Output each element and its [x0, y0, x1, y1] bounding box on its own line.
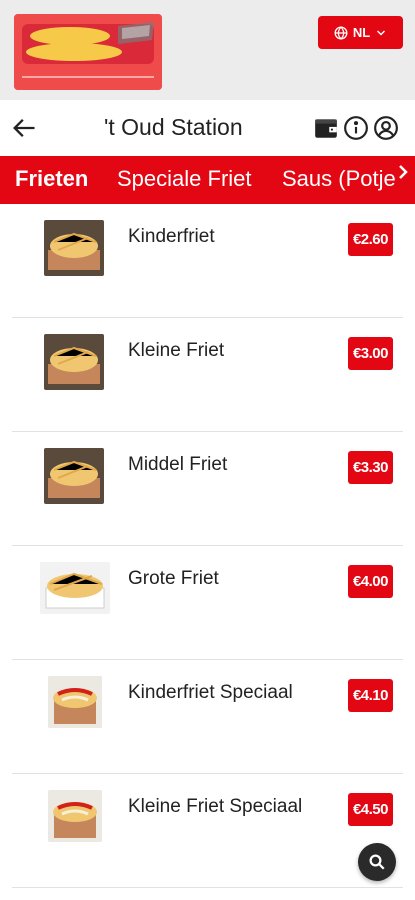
price-badge[interactable]: €4.00: [347, 565, 393, 598]
price-badge[interactable]: €4.10: [347, 679, 393, 712]
price-badge[interactable]: €2.60: [347, 223, 393, 256]
nav-bar: 't Oud Station: [0, 100, 415, 156]
globe-icon: [334, 25, 348, 40]
wallet-button[interactable]: [313, 115, 339, 141]
restaurant-logo[interactable]: [14, 14, 162, 90]
product-image: [48, 790, 102, 842]
product-item[interactable]: Kleine Friet €3.00: [12, 318, 403, 432]
back-button[interactable]: [10, 114, 38, 142]
user-icon: [374, 116, 398, 140]
product-name: Kinderfriet: [128, 226, 215, 247]
search-button[interactable]: [358, 843, 396, 881]
info-button[interactable]: [343, 115, 369, 141]
wallet-icon: [315, 119, 337, 138]
product-name: Kleine Friet Speciaal: [128, 796, 303, 817]
product-image: [48, 676, 102, 728]
product-item[interactable]: Kinderfriet Speciaal €4.10: [12, 660, 403, 774]
product-name: Kinderfriet Speciaal: [128, 682, 293, 703]
account-button[interactable]: [373, 115, 399, 141]
product-name: Grote Friet: [128, 568, 219, 589]
product-image: [40, 562, 110, 614]
tab-speciale-friet[interactable]: Speciale Friet: [117, 166, 252, 192]
product-item[interactable]: Middel Friet €3.30: [12, 432, 403, 546]
product-name: Middel Friet: [128, 454, 228, 475]
product-name: Kleine Friet: [128, 340, 225, 361]
product-item[interactable]: Grote Friet €4.00: [12, 546, 403, 660]
language-button[interactable]: NL: [318, 16, 403, 49]
scroll-right-button[interactable]: [397, 164, 409, 185]
price-badge[interactable]: €3.30: [347, 451, 393, 484]
top-header: NL: [0, 0, 415, 100]
product-image: [44, 220, 104, 276]
category-tab-bar: Frieten Speciale Friet Saus (Potje: [0, 156, 415, 204]
chevron-right-icon: [399, 165, 408, 179]
price-badge[interactable]: €4.50: [347, 793, 393, 826]
product-image: [44, 448, 104, 504]
page-title: 't Oud Station: [104, 114, 243, 140]
search-icon: [369, 854, 385, 870]
tab-frieten[interactable]: Frieten: [15, 166, 88, 192]
tab-saus-potje[interactable]: Saus (Potje: [282, 166, 396, 192]
chevron-down-icon: [377, 29, 386, 36]
info-icon: [344, 116, 368, 140]
language-label: NL: [352, 25, 371, 40]
product-image: [44, 334, 104, 390]
product-item[interactable]: Kinderfriet €2.60: [12, 204, 403, 318]
product-item[interactable]: Kleine Friet Speciaal €4.50: [12, 774, 403, 888]
arrow-left-icon: [13, 119, 35, 137]
price-badge[interactable]: €3.00: [347, 337, 393, 370]
